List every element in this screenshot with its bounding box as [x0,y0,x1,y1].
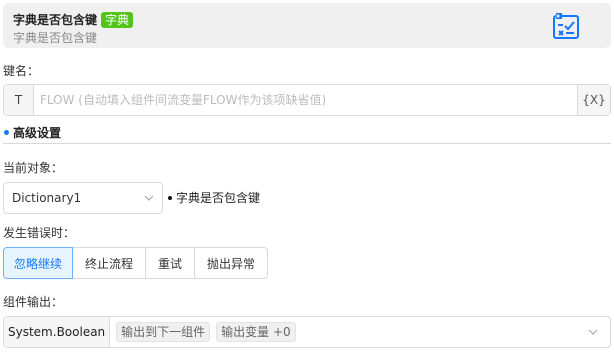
chevron-down-icon [144,195,154,201]
on-error-label: 发生错误时： [3,226,76,240]
advanced-settings-header[interactable]: 高级设置 [3,122,611,144]
component-subtitle: 字典是否包含键 [13,31,98,45]
chevron-down-icon[interactable] [588,327,598,337]
output-variable-tag[interactable]: 输出变量 +0 [216,322,296,342]
current-object-value: Dictionary1 [12,191,82,205]
variable-insert-button[interactable]: {X} [577,85,610,115]
current-object-note: 字典是否包含键 [168,189,260,206]
ignore-continue-button[interactable]: 忽略继续 [3,247,73,279]
component-header: 字典是否包含键 字典 字典是否包含键 [3,3,611,48]
header-title-row: 字典是否包含键 字典 [13,11,134,28]
key-name-label: 键名： [3,64,40,78]
key-name-field[interactable]: T {X} [3,84,611,116]
output-type: System.Boolean [4,317,111,347]
current-object-select[interactable]: Dictionary1 [3,182,163,214]
current-object-note-text: 字典是否包含键 [176,191,261,205]
advanced-settings-title: 高级设置 [13,126,62,140]
on-error-options: 忽略继续 终止流程 重试 抛出异常 [3,247,268,279]
note-bullet [168,195,172,200]
section-dot [4,130,9,135]
stop-flow-button[interactable]: 终止流程 [72,247,146,279]
throw-exception-button[interactable]: 抛出异常 [194,247,268,279]
category-badge: 字典 [101,11,134,28]
current-object-label: 当前对象： [3,161,64,175]
text-type-prefix[interactable]: T [4,85,34,115]
component-title: 字典是否包含键 [13,13,98,27]
dictionary-check-icon [553,13,579,39]
output-next-component-tag[interactable]: 输出到下一组件 [116,322,211,342]
retry-button[interactable]: 重试 [145,247,195,279]
component-output-select[interactable]: System.Boolean 输出到下一组件 输出变量 +0 [3,316,611,348]
key-name-input[interactable] [34,85,577,115]
component-output-label: 组件输出： [3,295,64,309]
output-tags: 输出到下一组件 输出变量 +0 [110,322,588,342]
